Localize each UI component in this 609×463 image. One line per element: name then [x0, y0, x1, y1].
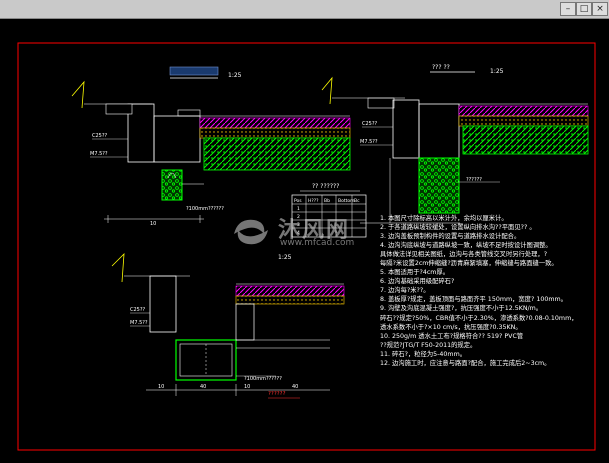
section-c-dim-2: 40 [200, 384, 206, 390]
note-line: 9. 沟壁及沟底混凝土强度?，抗压强度不小于12.5KN/m。 [380, 305, 543, 313]
note-line: 12. 边沟施工时，应注意与路面?配合，施工完成后2~3cm。 [380, 359, 551, 367]
note-line: 11. 碎石?，粒径为5-40mm。 [380, 350, 466, 358]
section-c-dim-3: 10 [244, 384, 250, 390]
section-c-pipe-label: ?100mm?????? [244, 376, 282, 382]
minimize-button[interactable]: – [560, 2, 576, 16]
note-line: 每隔?米设置2cm伸缩缝?沥青麻絮填塞，伸缩缝与路面缝一致。 [380, 260, 558, 268]
note-line: ??规范?JTG/T F50-2011的规定。 [380, 341, 477, 349]
note-line: 6. 边沟基础采用级配碎石? [380, 278, 455, 286]
table-header-1: H??? [308, 198, 319, 204]
note-line: 5. 本图适用于?4cm厚。 [380, 269, 450, 277]
section-c-dim-4: 40 [292, 384, 298, 390]
section-a-m75-label: M7.5?? [90, 151, 108, 157]
section-a-dim: 10 [150, 221, 156, 227]
note-line: 10. 250g/m 透水土工布?规格符合?? 519? PVC管 [380, 332, 524, 340]
note-line: 2. 于各道路纵坡较缓处，设置纵向排水沟??平面见?? 。 [380, 224, 536, 232]
design-notes: 1. 本图尺寸除标高以米计外，余均以厘米计。 2. 于各道路纵坡较缓处，设置纵向… [380, 214, 602, 368]
watermark-url: www.mfcad.com [280, 238, 355, 248]
section-c-scale: 1:25 [278, 254, 292, 261]
watermark: 沐风网 www.mfcad.com [228, 212, 368, 252]
note-line: 透水系数不小于?×10 cm/s，抗压强度?0.35KN。 [380, 323, 522, 331]
section-b: ??? ?? 1:25 C25?? M7.5?? ?????? [321, 64, 589, 224]
maximize-button[interactable]: □ [576, 2, 592, 16]
window-titlebar: – □ × [0, 0, 609, 19]
note-line: 4. 边沟沟底纵坡与道路纵坡一致，纵坡不足时按设计图调整。 [380, 242, 552, 250]
section-c-dim-1: 10 [158, 384, 164, 390]
table-header-3: Bottom [338, 198, 355, 204]
section-c-m75-label: M7.5?? [130, 320, 148, 326]
section-b-m75-label: M7.5?? [360, 139, 378, 145]
section-a-pipe-label: ?100mm?????? [186, 206, 224, 212]
section-b-scale: 1:25 [490, 68, 504, 75]
section-b-title: ??? ?? [432, 64, 450, 71]
note-line: 具体做法详见相关图纸，边沟与各类管线交叉时另行处理，? [380, 251, 548, 259]
table-header-4: Bc [354, 198, 360, 204]
note-line: 碎石??规定?50%，CBR值不小于2.30%，渗透系数?0.08-0.10mm… [380, 314, 578, 322]
watermark-logo-icon [234, 219, 268, 245]
table-header-2: Bb [324, 198, 330, 204]
bottom-red-caption: ?????? [268, 391, 286, 397]
note-line: 3. 边沟盖板预制构件的设置与道路排水设计配合。 [380, 233, 521, 241]
section-a-scale: 1:25 [228, 72, 242, 79]
table-header-0: Pos [294, 198, 302, 204]
note-line: 8. 盖板厚?规定，盖板顶面与路面齐平 150mm，宽度? 100mm。 [380, 296, 567, 304]
section-c: C25?? M7.5?? ?100mm?????? 10 40 10 40 ??… [111, 252, 345, 399]
section-c-c25-label: C25?? [130, 307, 146, 313]
note-line: 7. 边沟每?米??。 [380, 287, 430, 295]
table-title: ?? ?????? [312, 183, 339, 190]
close-button[interactable]: × [592, 2, 608, 16]
section-a-c25-label: C25?? [92, 133, 108, 139]
note-line: 1. 本图尺寸除标高以米计外，余均以厘米计。 [380, 215, 508, 222]
section-b-c25-label: C25?? [362, 121, 378, 127]
